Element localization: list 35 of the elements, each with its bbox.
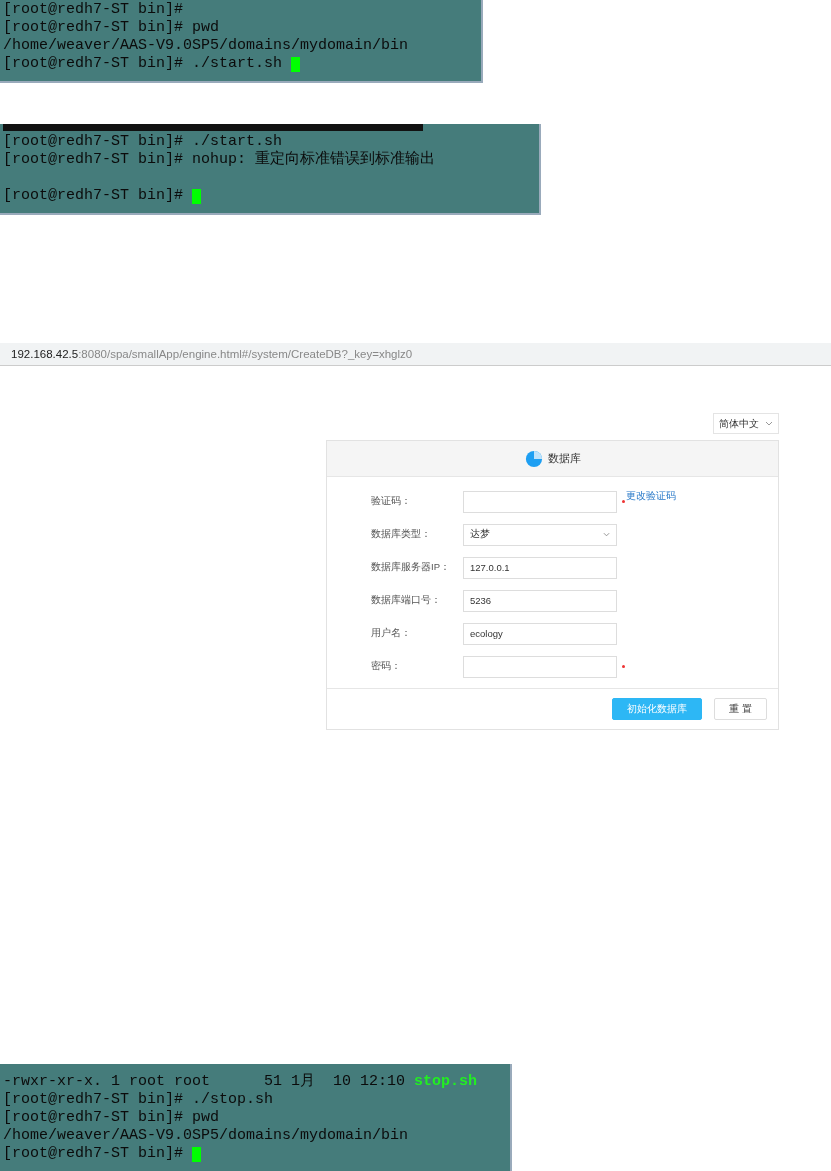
field-label: 密码：	[370, 660, 402, 673]
card-title: 数据库	[547, 451, 581, 466]
chevron-icon	[765, 421, 773, 426]
field-label: 验证码：	[370, 495, 412, 508]
terminal-line: [root@redh7-ST bin]# ./start.sh	[3, 55, 283, 73]
terminal-line: /home/weaver/AAS-V9.0SP5/domains/mydomain/bin	[3, 37, 409, 55]
input-field[interactable]: ecology	[463, 622, 617, 645]
chevron-icon	[603, 532, 610, 537]
terminal-line: -rwxr-xr-x. 1 root root 51 1月 10 12:10	[3, 1073, 407, 1091]
input-field[interactable]	[463, 655, 617, 678]
terminal-line: [root@redh7-ST bin]# ./stop.sh	[3, 1091, 274, 1109]
terminal-line: [root@redh7-ST bin]#	[3, 187, 184, 205]
field-label: 数据库端口号：	[370, 594, 442, 607]
field-label: 数据库类型：	[370, 528, 432, 541]
file-name: stop.sh	[414, 1073, 478, 1091]
terminal-line: /home/weaver/AAS-V9.0SP5/domains/mydomain/bin	[3, 1127, 409, 1145]
url-host: 192.168.42.5	[11, 348, 79, 360]
reset-button[interactable]: 重 置	[714, 698, 767, 720]
pie-chart-icon	[524, 449, 543, 468]
terminal-line: [root@redh7-ST bin]#	[3, 1145, 184, 1163]
terminal-line: [root@redh7-ST bin]# pwd	[3, 19, 220, 37]
select-field[interactable]: 达梦	[463, 523, 617, 546]
address-bar[interactable]: 192.168.42.5:8080/spa/smallApp/engine.html#/system/CreateDB?_key=xhglz0	[0, 343, 831, 366]
input-field[interactable]	[463, 490, 617, 513]
field-label: 用户名：	[370, 627, 412, 640]
terminal-line: [root@redh7-ST bin]#	[3, 1, 184, 19]
terminal-line: [root@redh7-ST bin]# nohup: 重定向标准错误到标准输出	[3, 151, 436, 169]
input-field[interactable]: 127.0.0.1	[463, 556, 617, 579]
terminal-line: [root@redh7-ST bin]# ./start.sh	[3, 133, 283, 150]
input-field[interactable]: 5236	[463, 589, 617, 612]
change-captcha-link[interactable]: 更改验证码	[626, 490, 676, 503]
terminal-line: [root@redh7-ST bin]# pwd	[3, 1109, 220, 1127]
language-select[interactable]: 简体中文	[713, 413, 779, 434]
field-label: 数据库服务器IP：	[370, 561, 451, 574]
url-path: :8080/spa/smallApp/engine.html#/system/CreateDB?_key=xhglz0	[78, 348, 413, 360]
